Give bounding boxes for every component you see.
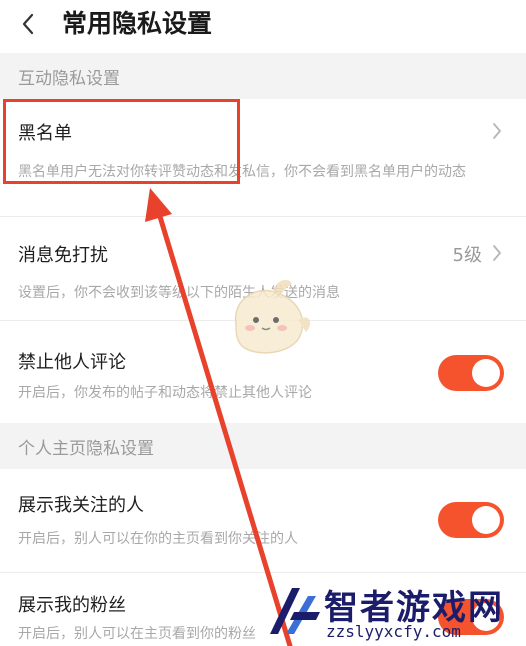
annotation-arrow — [145, 188, 293, 646]
site-url: zzslyyxcfy.com — [326, 622, 461, 641]
site-logo-icon — [270, 588, 320, 634]
site-watermark: 智者游戏网 zzslyyxcfy.com — [262, 578, 526, 646]
